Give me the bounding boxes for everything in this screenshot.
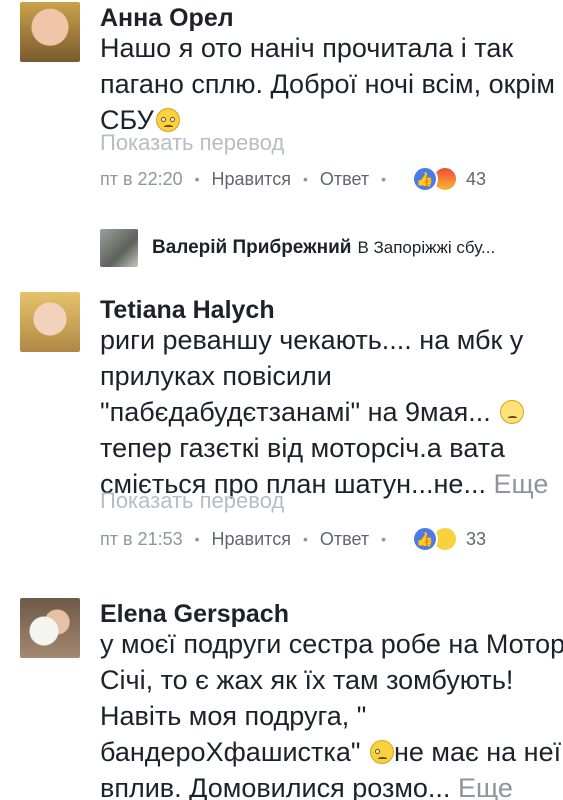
flushed-emoji-icon — [155, 108, 180, 132]
reply-author: Валерій Прибрежний — [152, 237, 352, 258]
disappointed-emoji-icon — [500, 400, 525, 424]
see-more-link[interactable]: Еще — [458, 773, 513, 800]
reply-link[interactable]: Ответ — [320, 529, 369, 550]
wink-emoji-icon — [369, 740, 394, 764]
comment-elena: Elena Gerspach у моєї подруги сестра роб… — [0, 598, 563, 800]
like-icon: 👍 — [412, 526, 439, 552]
like-link[interactable]: Нравится — [212, 169, 291, 190]
avatar[interactable] — [20, 598, 80, 658]
comment-text: у моєї подруги сестра робе на Мотор Січі… — [100, 626, 563, 800]
reaction-count: 33 — [466, 528, 487, 549]
reaction-summary[interactable]: 👍 43 — [412, 166, 486, 192]
comment-meta: пт в 22:20 • Нравится • Ответ • 👍 43 — [100, 166, 486, 192]
show-translation-link[interactable]: Показать перевод — [100, 130, 284, 156]
comment-author[interactable]: Tetiana Halych — [100, 296, 275, 325]
comment-tetiana: Tetiana Halych риги реваншу чекають.... … — [0, 290, 563, 570]
reaction-count: 43 — [466, 168, 487, 189]
reaction-summary[interactable]: 👍 33 — [412, 526, 486, 552]
like-link[interactable]: Нравится — [212, 529, 291, 550]
comment-anna: Анна Орел Нашо я ото наніч прочитала і т… — [0, 0, 563, 210]
reply-text: В Запоріжжі сбу... — [357, 238, 496, 257]
comment-meta: пт в 21:53 • Нравится • Ответ • 👍 33 — [100, 526, 486, 552]
comment-text: риги реваншу чекають.... на мбк у прилук… — [100, 325, 549, 499]
reply-avatar — [100, 229, 138, 267]
show-translation-link[interactable]: Показать перевод — [100, 488, 284, 514]
like-icon: 👍 — [412, 166, 439, 192]
comment-author[interactable]: Elena Gerspach — [100, 600, 289, 629]
comment-time[interactable]: пт в 22:20 — [100, 169, 183, 190]
comment-text: Нашо я ото наніч прочитала і так пагано … — [100, 33, 555, 135]
avatar[interactable] — [20, 292, 80, 352]
comment-author[interactable]: Анна Орел — [100, 4, 234, 33]
reply-preview[interactable]: Валерій Прибрежний В Запоріжжі сбу... — [100, 228, 495, 268]
comment-time[interactable]: пт в 21:53 — [100, 529, 183, 550]
avatar[interactable] — [20, 2, 80, 62]
reply-link[interactable]: Ответ — [320, 169, 369, 190]
see-more-link[interactable]: Еще — [493, 469, 548, 499]
